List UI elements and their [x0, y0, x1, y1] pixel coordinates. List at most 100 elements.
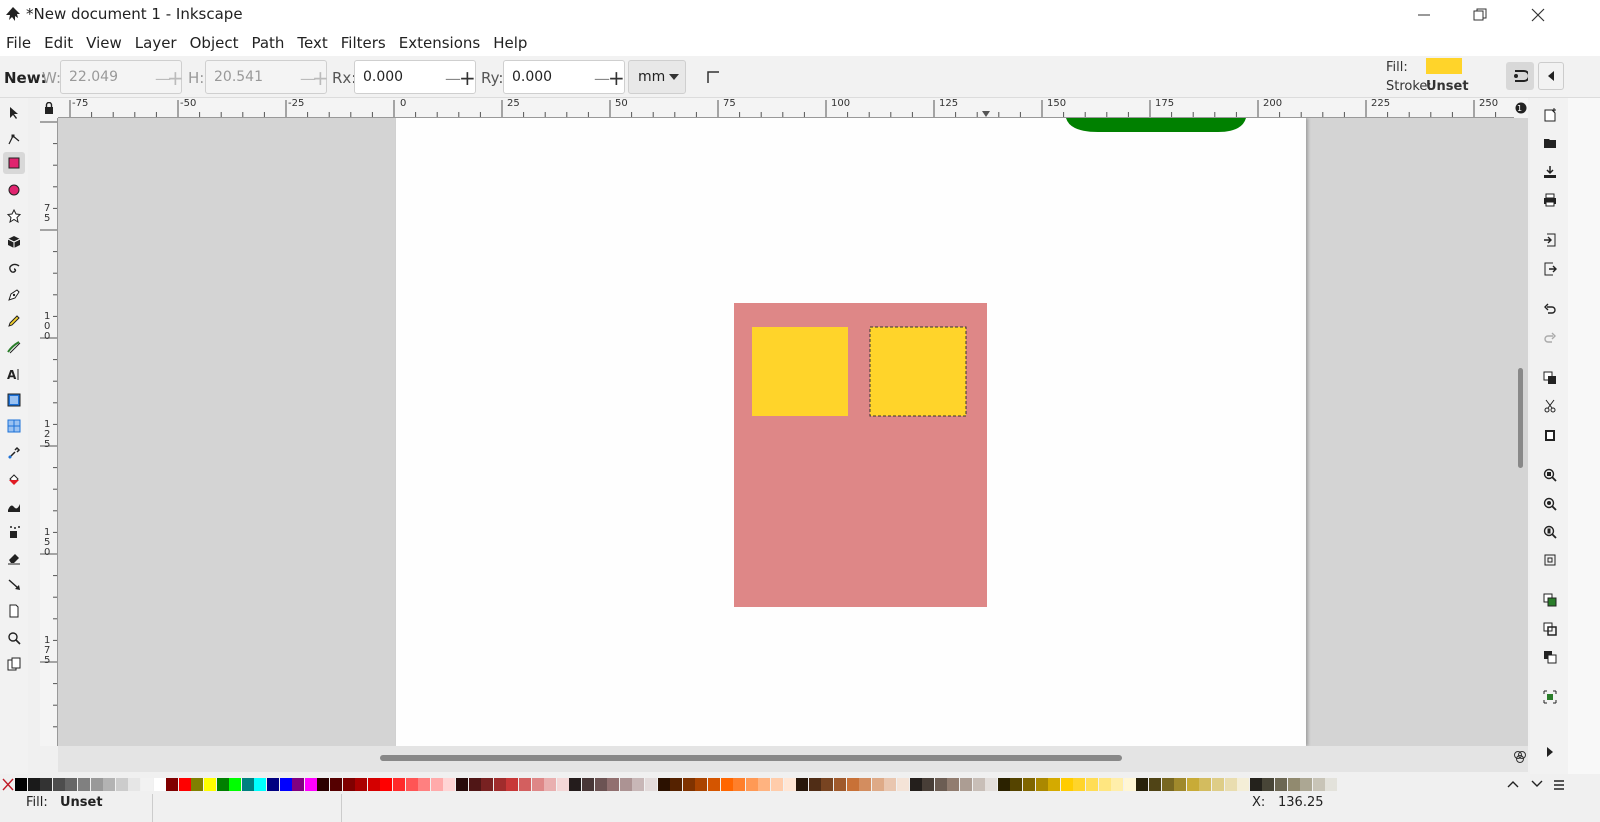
zoom-page-width-button[interactable]	[1540, 550, 1560, 570]
height-field[interactable]: 20.541 — +	[205, 60, 329, 94]
restore-button[interactable]	[1452, 0, 1508, 30]
width-increment-icon[interactable]: +	[167, 66, 184, 90]
dropper-tool[interactable]	[3, 442, 25, 464]
gradient-tool[interactable]	[3, 389, 25, 411]
calligraphy-tool[interactable]	[3, 336, 25, 358]
new-document-button[interactable]	[1540, 105, 1560, 125]
zoom-page-button[interactable]	[1540, 522, 1560, 542]
palette-swatch[interactable]	[393, 778, 405, 791]
palette-swatch[interactable]	[619, 778, 632, 791]
palette-swatch[interactable]	[947, 778, 960, 791]
export-button[interactable]	[1540, 259, 1560, 279]
pen-tool[interactable]	[3, 284, 25, 306]
palette-swatch[interactable]	[443, 778, 456, 791]
palette-swatch[interactable]	[1249, 778, 1262, 791]
palette-swatch[interactable]	[1048, 778, 1061, 791]
palette-swatch[interactable]	[997, 778, 1010, 791]
undo-button[interactable]	[1540, 299, 1560, 319]
palette-swatch[interactable]	[254, 778, 267, 791]
hamburger-menu-icon[interactable]	[1552, 778, 1566, 792]
menu-layer[interactable]: Layer	[135, 34, 177, 52]
menu-object[interactable]: Object	[190, 34, 239, 52]
palette-swatch[interactable]	[355, 778, 368, 791]
no-paint-swatch[interactable]	[2, 778, 14, 791]
vertical-scrollbar-thumb[interactable]	[1518, 368, 1523, 468]
pages-tool[interactable]	[3, 600, 25, 622]
palette-swatch[interactable]	[216, 778, 229, 791]
palette-swatch[interactable]	[897, 778, 909, 791]
status-layer-area[interactable]	[152, 794, 342, 822]
palette-swatch[interactable]	[1073, 778, 1086, 791]
palette-swatch[interactable]	[607, 778, 620, 791]
height-increment-icon[interactable]: +	[312, 66, 329, 90]
palette-swatch[interactable]	[569, 778, 582, 791]
print-button[interactable]	[1540, 190, 1560, 210]
palette-swatch[interactable]	[1287, 778, 1300, 791]
palette-swatch[interactable]	[695, 778, 708, 791]
clone-button[interactable]	[1540, 619, 1560, 639]
menu-file[interactable]: File	[6, 34, 31, 52]
menu-filters[interactable]: Filters	[341, 34, 386, 52]
open-button[interactable]	[1540, 133, 1560, 153]
palette-swatch[interactable]	[582, 778, 594, 791]
group-button[interactable]	[1540, 687, 1560, 707]
palette-swatch[interactable]	[493, 778, 506, 791]
spray-tool[interactable]	[3, 521, 25, 543]
palette-swatch[interactable]	[556, 778, 569, 791]
palette-swatch[interactable]	[178, 778, 191, 791]
palette-swatch[interactable]	[1212, 778, 1224, 791]
palette-swatch[interactable]	[153, 778, 166, 791]
palette-swatch[interactable]	[1161, 778, 1174, 791]
palette-swatch[interactable]	[846, 778, 859, 791]
palette-swatch[interactable]	[531, 778, 544, 791]
palette-swatch[interactable]	[456, 778, 468, 791]
palette-swatch[interactable]	[78, 778, 90, 791]
palette-swatch[interactable]	[682, 778, 695, 791]
palette-swatch[interactable]	[166, 778, 179, 791]
palette-swatch[interactable]	[834, 778, 846, 791]
spiral-tool[interactable]	[3, 258, 25, 280]
palette-swatch[interactable]	[871, 778, 884, 791]
palette-swatch[interactable]	[808, 778, 821, 791]
yellow-rectangle-selected[interactable]	[870, 327, 966, 416]
palette-swatch[interactable]	[128, 778, 141, 791]
menu-text[interactable]: Text	[297, 34, 327, 52]
palette-swatch[interactable]	[1136, 778, 1149, 791]
zoom-tool[interactable]	[3, 627, 25, 649]
palette-swatch[interactable]	[1035, 778, 1048, 791]
palette-swatch[interactable]	[481, 778, 494, 791]
palette-swatch[interactable]	[1300, 778, 1313, 791]
menu-extensions[interactable]: Extensions	[399, 34, 480, 52]
palette-swatch[interactable]	[1237, 778, 1250, 791]
palette-swatch[interactable]	[380, 778, 393, 791]
palette-swatch[interactable]	[52, 778, 65, 791]
tweak-tool[interactable]	[3, 495, 25, 517]
yellow-rectangle-left[interactable]	[752, 327, 848, 416]
zoom-correction-button[interactable]: 1	[1514, 98, 1528, 118]
palette-swatch[interactable]	[204, 778, 216, 791]
pencil-tool[interactable]	[3, 310, 25, 332]
palette-swatch[interactable]	[1275, 778, 1287, 791]
palette-swatch[interactable]	[90, 778, 103, 791]
palette-swatch[interactable]	[594, 778, 607, 791]
palette-swatch[interactable]	[304, 778, 317, 791]
palette-swatch[interactable]	[544, 778, 557, 791]
horizontal-scrollbar-thumb[interactable]	[380, 755, 1122, 761]
palette-swatch[interactable]	[1262, 778, 1275, 791]
rx-field[interactable]: 0.000 — +	[354, 60, 476, 94]
palette-swatch[interactable]	[733, 778, 746, 791]
fill-swatch[interactable]	[1426, 58, 1462, 74]
cut-button[interactable]	[1540, 396, 1560, 416]
palette-swatch[interactable]	[1224, 778, 1237, 791]
palette-swatch[interactable]	[1098, 778, 1111, 791]
palette-swatch[interactable]	[1111, 778, 1124, 791]
palette-swatch[interactable]	[330, 778, 342, 791]
palette-swatch[interactable]	[65, 778, 78, 791]
palette-swatch[interactable]	[645, 778, 657, 791]
palette-swatch[interactable]	[229, 778, 242, 791]
palette-swatch[interactable]	[103, 778, 116, 791]
palette-swatch[interactable]	[796, 778, 809, 791]
mesh-tool[interactable]	[3, 415, 25, 437]
palette-swatch[interactable]	[367, 778, 380, 791]
palette-swatch[interactable]	[1123, 778, 1136, 791]
